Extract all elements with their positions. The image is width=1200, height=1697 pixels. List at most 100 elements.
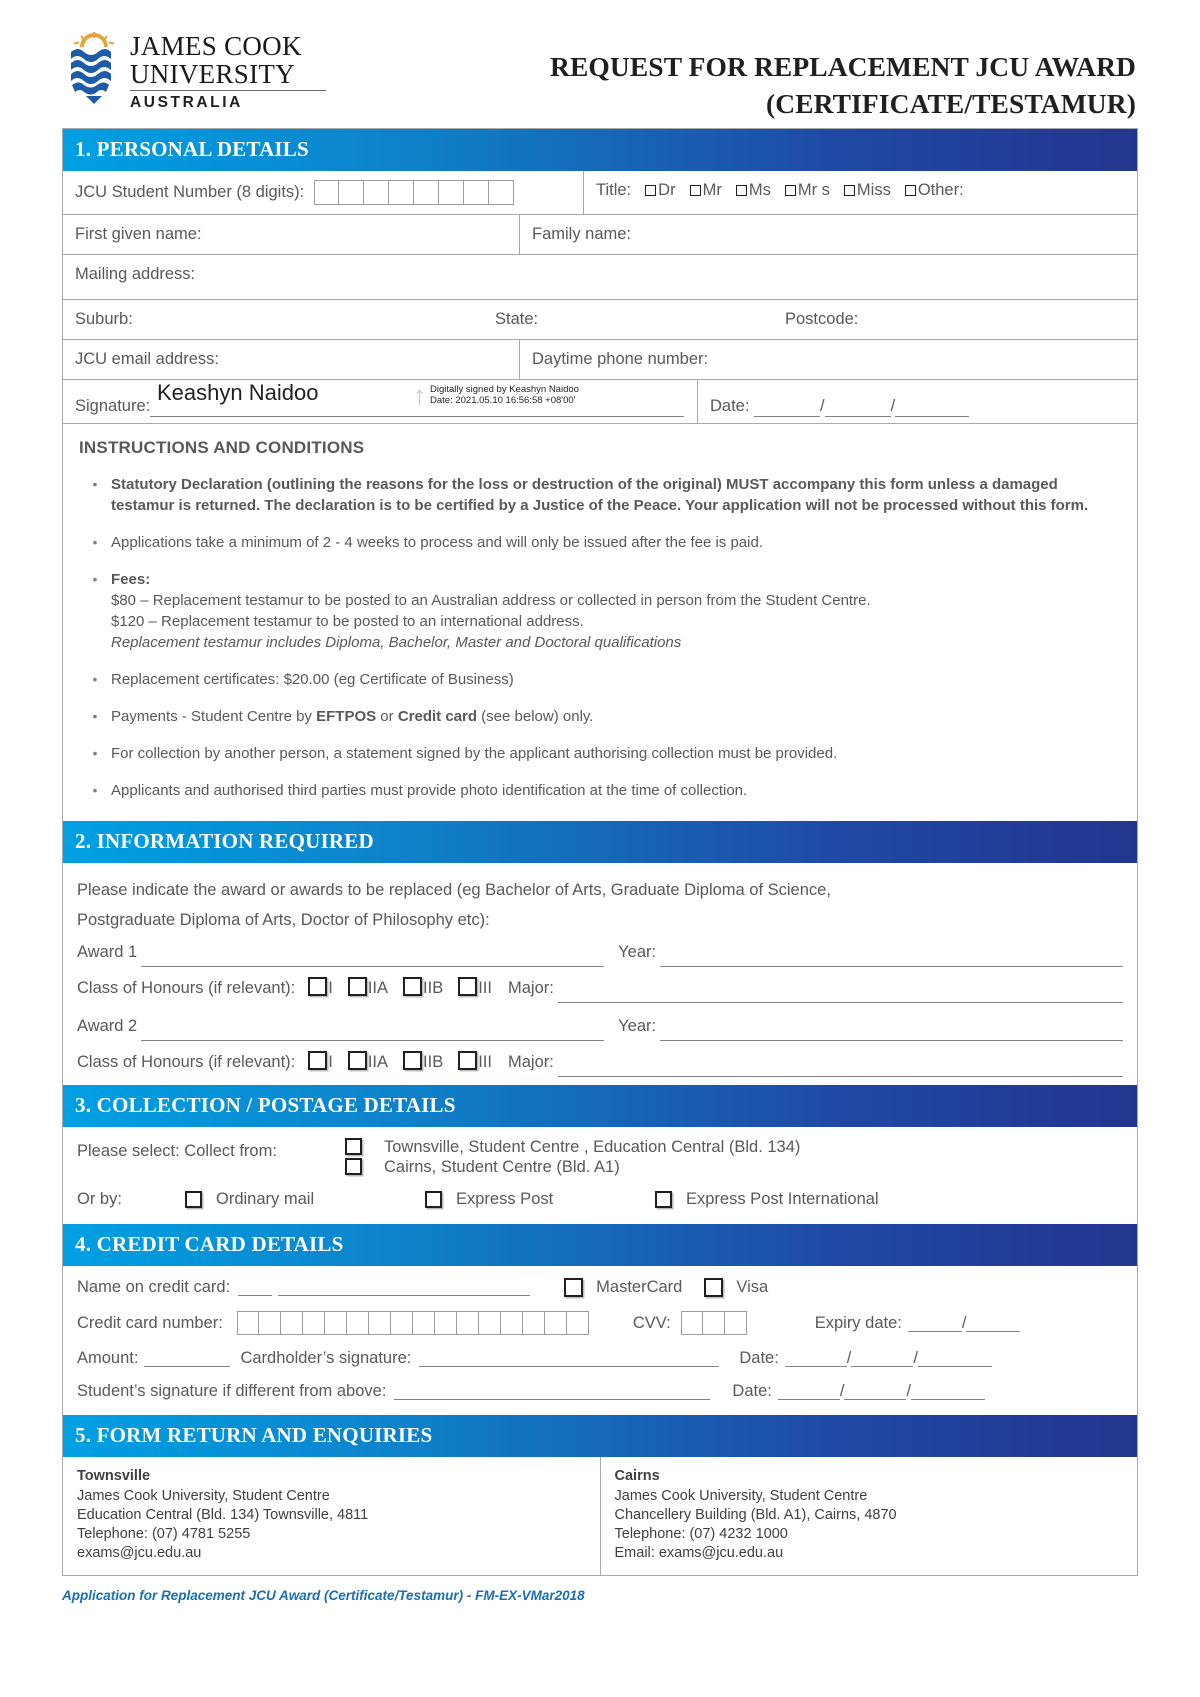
express-post-checkbox[interactable] (425, 1190, 442, 1208)
title-checkbox[interactable] (904, 185, 916, 196)
title-option-miss[interactable]: Miss (843, 180, 891, 201)
cardholder-date-day[interactable] (784, 1350, 847, 1367)
title-option-other[interactable]: Other: (904, 180, 964, 201)
visa-option[interactable]: Visa (704, 1278, 768, 1297)
digit-box[interactable] (236, 1311, 259, 1335)
digit-box[interactable] (368, 1311, 391, 1335)
title-checkbox[interactable] (689, 185, 701, 196)
student-date-day[interactable] (777, 1383, 840, 1400)
first-name-cell[interactable]: First given name: (63, 215, 519, 254)
collect-option-cairns[interactable]: Cairns, Student Centre (Bld. A1) (345, 1158, 1123, 1177)
phone-cell[interactable]: Daytime phone number: (519, 340, 1137, 379)
award-1-year-input[interactable] (660, 948, 1124, 967)
title-checkbox[interactable] (735, 185, 747, 196)
honours-checkbox-iii[interactable] (458, 1051, 478, 1070)
award-1-row[interactable]: Award 1 Year: (77, 937, 1124, 967)
digit-box[interactable] (280, 1311, 303, 1335)
digit-box[interactable] (500, 1311, 523, 1335)
title-checkbox[interactable] (645, 185, 657, 196)
signature-cell[interactable]: Signature: Keashyn Naidoo ↑ Digitally si… (63, 380, 697, 423)
cvv-input[interactable] (680, 1311, 747, 1335)
digit-box[interactable] (489, 180, 515, 205)
mastercard-option[interactable]: MasterCard (564, 1278, 682, 1297)
postage-option-express[interactable]: Express Post (425, 1186, 655, 1212)
section-3-header: 3. COLLECTION / POSTAGE DETAILS (62, 1085, 1138, 1127)
mastercard-checkbox[interactable] (564, 1278, 584, 1297)
title-option-dr[interactable]: Dr (645, 180, 676, 201)
honours-checkbox-iib[interactable] (403, 1051, 423, 1070)
award-1-major-input[interactable] (557, 984, 1123, 1003)
family-name-cell[interactable]: Family name: (519, 215, 1137, 254)
honours-label-iii: III (478, 1053, 492, 1071)
digit-box[interactable] (364, 180, 390, 205)
card-number-input[interactable] (236, 1311, 589, 1335)
digit-box[interactable] (414, 180, 440, 205)
page-title-line-1: REQUEST FOR REPLACEMENT JCU AWARD (550, 51, 1136, 82)
cardholder-date-year[interactable] (917, 1350, 992, 1367)
express-post-international-checkbox[interactable] (655, 1190, 672, 1208)
title-checkbox[interactable] (784, 185, 796, 196)
honours-checkbox-i[interactable] (308, 977, 328, 996)
digit-box[interactable] (412, 1311, 435, 1335)
title-option-ms[interactable]: Ms (735, 180, 771, 201)
section-2-intro-line-1: Please indicate the award or awards to b… (77, 881, 831, 899)
digit-box[interactable] (439, 180, 465, 205)
digit-box[interactable] (389, 180, 415, 205)
digit-box[interactable] (339, 180, 365, 205)
digit-box[interactable] (566, 1311, 589, 1335)
signature-date-cell[interactable]: Date: / / (697, 380, 1137, 423)
digit-box[interactable] (544, 1311, 567, 1335)
signature-field[interactable]: Signature: Keashyn Naidoo ↑ Digitally si… (75, 382, 685, 417)
digit-box[interactable] (434, 1311, 457, 1335)
honours-checkbox-i[interactable] (308, 1051, 328, 1070)
expiry-year-input[interactable] (966, 1315, 1021, 1332)
digit-box[interactable] (314, 180, 340, 205)
honours-checkbox-iii[interactable] (458, 977, 478, 996)
award-2-year-input[interactable] (660, 1022, 1124, 1041)
mailing-address-cell[interactable]: Mailing address: (63, 255, 1137, 299)
digit-box[interactable] (522, 1311, 545, 1335)
card-name-input[interactable] (278, 1279, 531, 1296)
expiry-month-input[interactable] (907, 1315, 962, 1332)
student-date-year[interactable] (911, 1383, 986, 1400)
digit-box[interactable] (478, 1311, 501, 1335)
collect-cairns-checkbox[interactable] (345, 1158, 362, 1175)
postage-option-ordinary[interactable]: Ordinary mail (185, 1186, 425, 1212)
student-number-input[interactable] (314, 180, 515, 205)
mailing-address-row[interactable]: Mailing address: (63, 254, 1137, 299)
student-signature-input[interactable] (394, 1383, 711, 1400)
digit-box[interactable] (464, 180, 490, 205)
award-2-input[interactable] (141, 1022, 605, 1041)
digit-box[interactable] (302, 1311, 325, 1335)
honours-checkbox-iia[interactable] (347, 977, 367, 996)
digit-box[interactable] (258, 1311, 281, 1335)
student-date-month[interactable] (844, 1383, 907, 1400)
title-option-mrs[interactable]: Mr s (784, 180, 830, 201)
digit-box[interactable] (724, 1311, 747, 1335)
cardholder-date-month[interactable] (851, 1350, 914, 1367)
postage-option-express-intl[interactable]: Express Post International (655, 1186, 879, 1212)
cairns-email[interactable]: Email: exams@jcu.edu.au (615, 1544, 1124, 1563)
digit-box[interactable] (702, 1311, 725, 1335)
award-2-row[interactable]: Award 2 Year: (77, 1011, 1124, 1041)
cardholder-signature-input[interactable] (419, 1350, 720, 1367)
digit-box[interactable] (680, 1311, 703, 1335)
honours-checkbox-iib[interactable] (403, 977, 423, 996)
collect-townsville-checkbox[interactable] (345, 1138, 362, 1155)
ordinary-mail-checkbox[interactable] (185, 1190, 202, 1208)
digit-box[interactable] (390, 1311, 413, 1335)
email-cell[interactable]: JCU email address: (63, 340, 519, 379)
award-1-input[interactable] (141, 948, 605, 967)
collect-option-townsville[interactable]: Townsville, Student Centre , Education C… (345, 1138, 1123, 1157)
digit-box[interactable] (456, 1311, 479, 1335)
title-option-mr[interactable]: Mr (689, 180, 722, 201)
title-checkbox[interactable] (843, 185, 855, 196)
amount-input[interactable] (144, 1350, 231, 1367)
section-1-header: 1. PERSONAL DETAILS (62, 128, 1138, 171)
award-2-major-input[interactable] (557, 1058, 1123, 1077)
digit-box[interactable] (324, 1311, 347, 1335)
digit-box[interactable] (346, 1311, 369, 1335)
townsville-email[interactable]: exams@jcu.edu.au (77, 1544, 586, 1563)
honours-checkbox-iia[interactable] (347, 1051, 367, 1070)
visa-checkbox[interactable] (704, 1278, 724, 1297)
